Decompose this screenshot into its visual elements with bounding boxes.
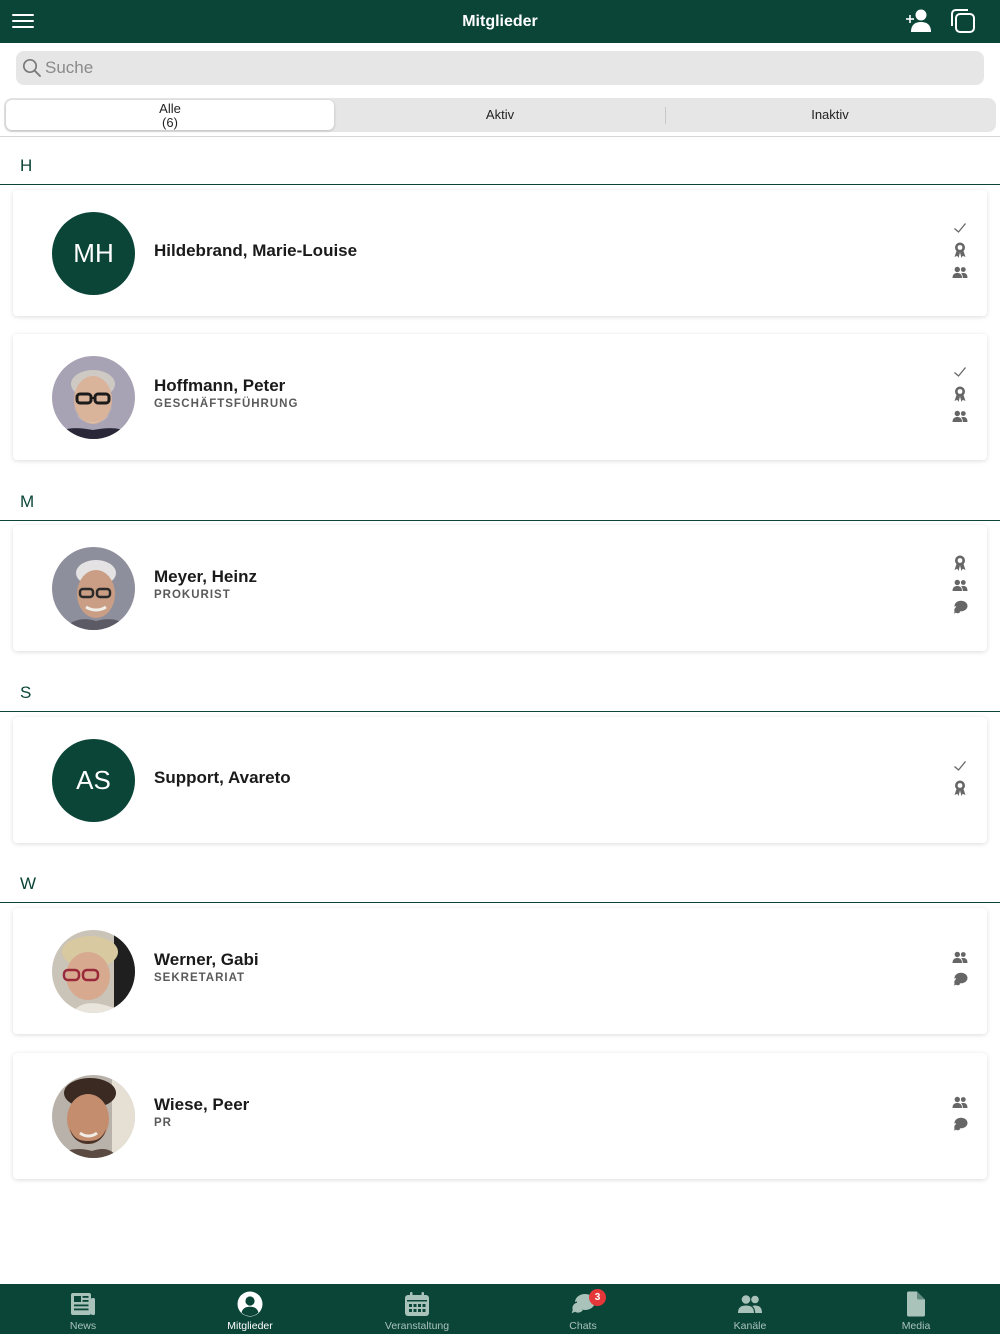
member-card-hildebrand[interactable]: MH Hildebrand, Marie-Louise bbox=[13, 190, 987, 316]
section-letter: S bbox=[20, 683, 32, 702]
member-card-wiese[interactable]: Wiese, Peer PR bbox=[13, 1053, 987, 1179]
tab-aktiv[interactable]: Aktiv bbox=[336, 100, 664, 130]
award-icon bbox=[954, 386, 966, 402]
chat-icon bbox=[952, 1117, 968, 1132]
member-name: Wiese, Peer bbox=[154, 1095, 250, 1114]
member-role: SEKRETARIAT bbox=[154, 972, 246, 984]
section-header-m: M bbox=[0, 481, 1000, 521]
status-icons bbox=[951, 552, 969, 618]
award-icon bbox=[954, 780, 966, 796]
tab-alle[interactable]: Alle (6) bbox=[6, 100, 334, 130]
member-card-werner[interactable]: Werner, Gabi SEKRETARIAT bbox=[13, 908, 987, 1034]
search-input[interactable] bbox=[45, 51, 965, 85]
status-icons bbox=[951, 1091, 969, 1135]
avatar: MH bbox=[52, 212, 135, 295]
checkmark-icon bbox=[953, 760, 967, 771]
section-header-h: H bbox=[0, 145, 1000, 185]
nav-kanaele[interactable]: Kanäle bbox=[690, 1284, 810, 1334]
nav-chats[interactable]: 3 Chats bbox=[523, 1284, 643, 1334]
member-name: Hoffmann, Peter bbox=[154, 376, 286, 395]
person-circle-icon bbox=[237, 1291, 263, 1317]
award-icon bbox=[954, 242, 966, 258]
group-icon bbox=[952, 410, 968, 422]
section-header-w: W bbox=[0, 863, 1000, 903]
avatar: AS bbox=[52, 739, 135, 822]
nav-media[interactable]: Media bbox=[856, 1284, 976, 1334]
avatar bbox=[52, 547, 135, 630]
section-letter: W bbox=[20, 874, 37, 893]
tab-aktiv-label: Aktiv bbox=[485, 107, 515, 122]
member-role: PROKURIST bbox=[154, 589, 231, 601]
group-icon bbox=[952, 951, 968, 963]
document-icon bbox=[907, 1291, 925, 1317]
member-role: GESCHÄFTSFÜHRUNG bbox=[154, 398, 299, 410]
group-icon bbox=[952, 579, 968, 591]
chat-icon bbox=[952, 972, 968, 987]
nav-mitglieder[interactable]: Mitglieder bbox=[190, 1284, 310, 1334]
status-icons bbox=[951, 946, 969, 990]
member-name: Werner, Gabi bbox=[154, 950, 259, 969]
page-title: Mitglieder bbox=[462, 13, 538, 30]
member-card-meyer[interactable]: Meyer, Heinz PROKURIST bbox=[13, 525, 987, 651]
status-icons bbox=[951, 755, 969, 799]
tab-inaktiv[interactable]: Inaktiv bbox=[666, 100, 994, 130]
member-card-support[interactable]: AS Support, Avareto bbox=[13, 717, 987, 843]
chats-unread-badge: 3 bbox=[589, 1289, 606, 1306]
member-name: Hildebrand, Marie-Louise bbox=[154, 241, 358, 260]
nav-label: News bbox=[69, 1320, 97, 1332]
status-icons bbox=[951, 217, 969, 283]
section-letter: M bbox=[20, 492, 35, 511]
avatar bbox=[52, 356, 135, 439]
nav-label: Kanäle bbox=[733, 1320, 767, 1332]
tab-inaktiv-label: Inaktiv bbox=[811, 107, 849, 122]
avatar bbox=[52, 1075, 135, 1158]
member-name: Support, Avareto bbox=[154, 768, 291, 787]
group-icon bbox=[738, 1295, 762, 1313]
add-person-icon[interactable] bbox=[904, 6, 934, 36]
section-header-s: S bbox=[0, 672, 1000, 712]
nav-news[interactable]: News bbox=[23, 1284, 143, 1334]
award-icon bbox=[954, 555, 966, 571]
checkmark-icon bbox=[953, 366, 967, 377]
news-icon bbox=[71, 1293, 95, 1315]
tab-alle-count: (6) bbox=[162, 115, 178, 130]
chat-icon bbox=[952, 600, 968, 615]
nav-label: Mitglieder bbox=[227, 1320, 273, 1332]
filter-segmented-control: Alle (6) Aktiv Inaktiv bbox=[4, 98, 996, 132]
group-icon bbox=[952, 266, 968, 278]
nav-veranstaltung[interactable]: Veranstaltung bbox=[357, 1284, 477, 1334]
search-bar bbox=[16, 51, 984, 85]
top-app-bar: Mitglieder bbox=[0, 0, 1000, 43]
member-name: Meyer, Heinz bbox=[154, 567, 257, 586]
group-icon bbox=[952, 1096, 968, 1108]
divider bbox=[0, 136, 1000, 137]
nav-label: Veranstaltung bbox=[384, 1320, 450, 1332]
status-icons bbox=[951, 361, 969, 427]
tab-alle-label: Alle bbox=[159, 101, 181, 116]
section-letter: H bbox=[20, 156, 33, 175]
nav-label: Media bbox=[901, 1320, 931, 1332]
calendar-icon bbox=[405, 1292, 429, 1316]
member-role: PR bbox=[154, 1117, 172, 1129]
checkmark-icon bbox=[953, 222, 967, 233]
member-card-hoffmann[interactable]: Hoffmann, Peter GESCHÄFTSFÜHRUNG bbox=[13, 334, 987, 460]
nav-label: Chats bbox=[569, 1320, 597, 1332]
bottom-navigation: News Mitglieder Veranstaltung 3 Chats Ka… bbox=[0, 1284, 1000, 1334]
search-icon bbox=[22, 58, 41, 77]
copy-icon[interactable] bbox=[948, 6, 978, 36]
avatar bbox=[52, 930, 135, 1013]
